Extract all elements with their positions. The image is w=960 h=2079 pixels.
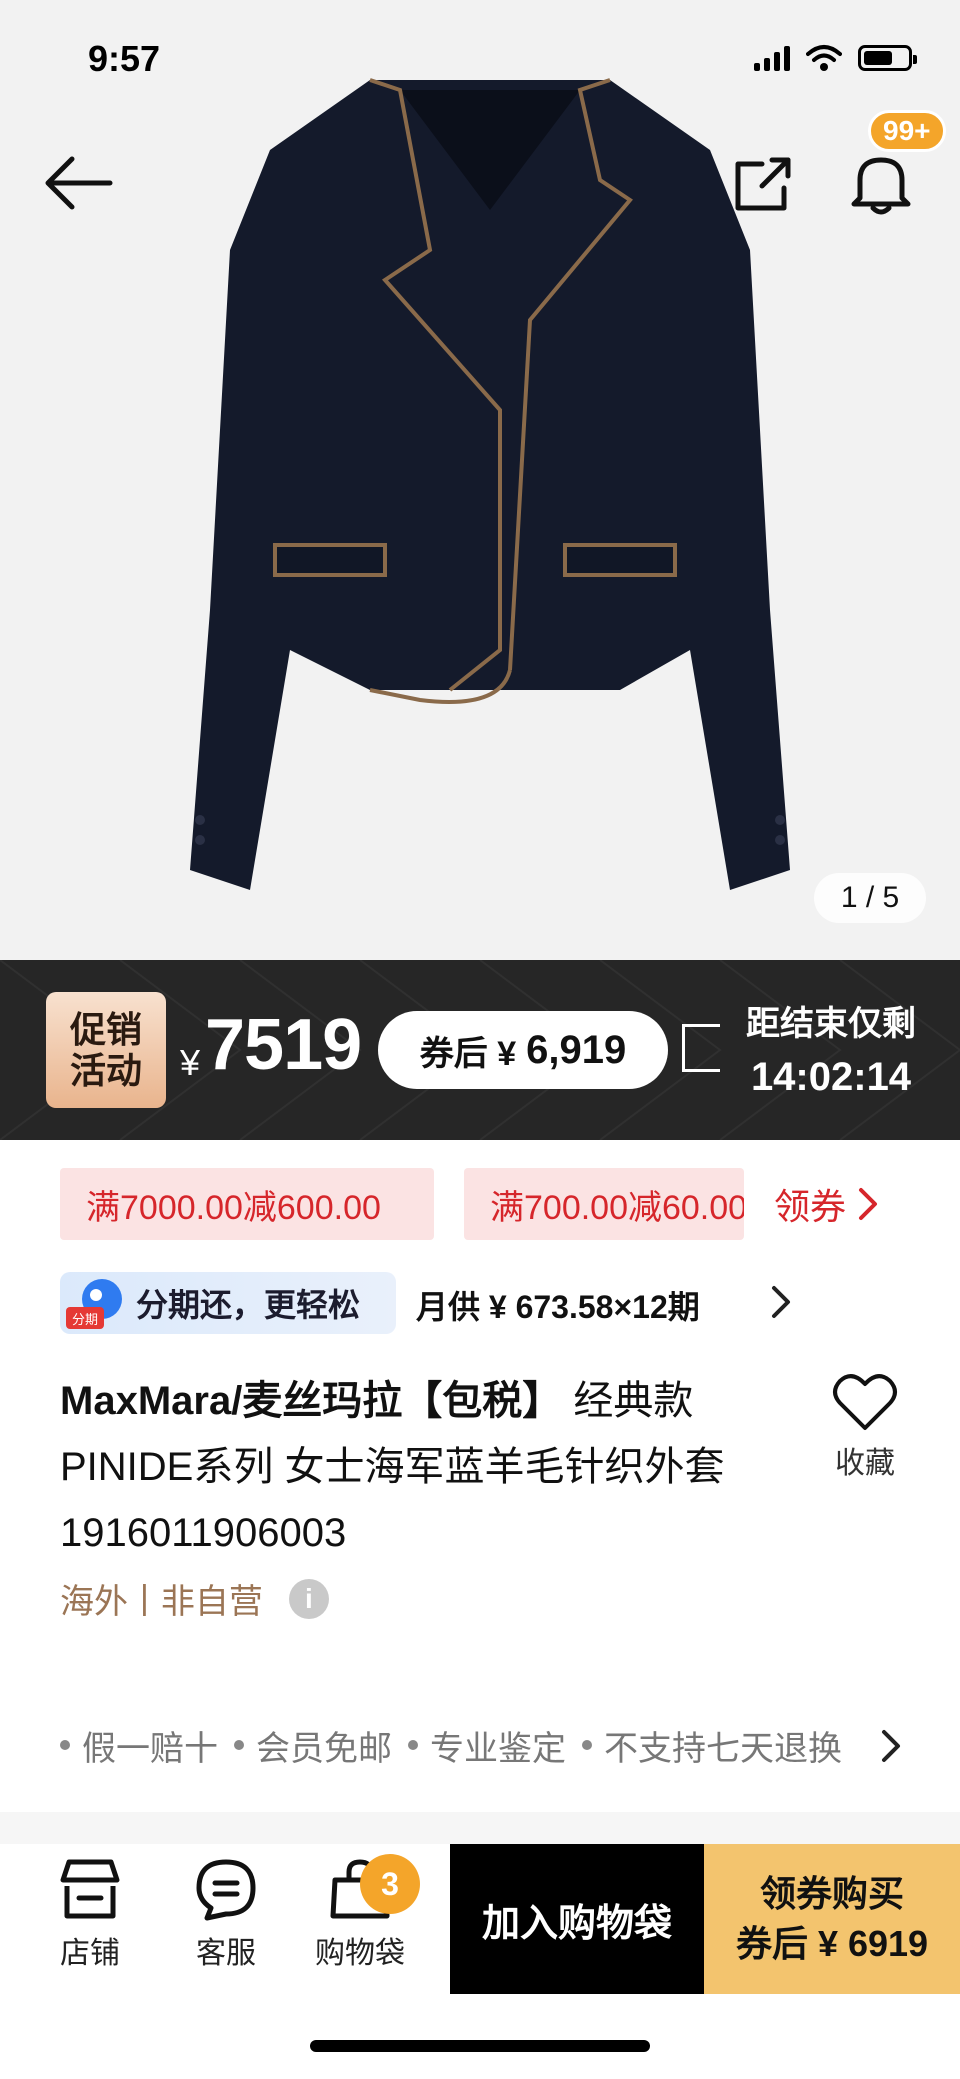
buy-line2: 券后 ¥ 6919 (735, 1923, 929, 1964)
installment-badge: 分期 分期还，更轻松 (60, 1272, 396, 1334)
battery-icon (858, 45, 917, 71)
status-bar: 9:57 (0, 0, 960, 120)
favorite-label: 收藏 (835, 1447, 895, 1480)
get-coupon-button[interactable]: 领券 (774, 1168, 878, 1240)
coupon-row: 满7000.00减600.00 满700.00减60.00 领券 (0, 1168, 960, 1240)
chevron-right-icon (772, 1286, 790, 1318)
price-currency: ¥ (180, 1042, 201, 1083)
installment-monthly: 月供 ¥ 673.58×12期 (416, 1289, 700, 1325)
bullet-dot-icon (408, 1740, 418, 1750)
price-value: 7519 (205, 1005, 362, 1085)
guarantee-item: 不支持七天退换 (582, 1721, 842, 1770)
add-to-cart-button[interactable]: 加入购物袋 (450, 1844, 704, 1994)
customer-service-label: 客服 (196, 1937, 256, 1970)
tag-separator: | (140, 1579, 149, 1617)
product-brand: MaxMara/麦丝玛拉【包税】 (60, 1379, 563, 1423)
countdown-label: 距结束仅剩 (746, 1005, 916, 1043)
coupon-chip[interactable]: 满700.00减60.00 (464, 1168, 744, 1240)
guarantee-item: 会员免邮 (234, 1721, 392, 1770)
store-label: 店铺 (60, 1937, 120, 1970)
guarantee-text: 假一赔十 (82, 1729, 218, 1768)
installment-logo-text: 分期 (72, 1313, 98, 1328)
bullet-dot-icon (582, 1740, 592, 1750)
heart-icon (833, 1374, 897, 1430)
cellular-signal-icon (754, 45, 790, 71)
customer-service-tab[interactable]: 客服 (166, 1856, 286, 1972)
guarantee-text: 不支持七天退换 (604, 1729, 842, 1768)
installment-row[interactable]: 分期 分期还，更轻松 月供 ¥ 673.58×12期 (60, 1272, 940, 1336)
promo-banner: 促销 活动 ¥ 7519 券后 ¥ 6,919 距结束仅剩 14:02:14 (0, 960, 960, 1140)
product-title: MaxMara/麦丝玛拉【包税】 经典款 PINIDE系列 女士海军蓝羊毛针织外… (60, 1368, 760, 1566)
product-tags: 海外 | 非自营 i (60, 1574, 329, 1623)
chevron-right-icon[interactable] (876, 1724, 906, 1768)
installment-logo-icon: 分期 (66, 1277, 126, 1329)
notification-bell-icon[interactable] (846, 148, 916, 218)
bottom-action-bar: 店铺 客服 购物袋 3 加入购物袋 领券购买 券后 ¥ 6919 (0, 1844, 960, 1994)
coupon-buy-button[interactable]: 领券购买 券后 ¥ 6919 (704, 1844, 960, 1994)
wifi-icon (806, 45, 842, 71)
chat-bubble-icon (196, 1859, 256, 1921)
store-icon (60, 1859, 120, 1919)
bag-count-badge: 3 (360, 1854, 420, 1914)
promo-activity-badge: 促销 活动 (46, 992, 166, 1108)
after-coupon-price: 6,919 (526, 1027, 627, 1072)
section-divider (0, 1812, 960, 1844)
bullet-dot-icon (60, 1740, 70, 1750)
installment-badge-text: 分期还，更轻松 (136, 1287, 361, 1323)
tag-origin: 海外 (60, 1583, 128, 1621)
tag-seller: 非自营 (160, 1583, 263, 1621)
countdown: 距结束仅剩 14:02:14 (746, 996, 916, 1100)
gallery-pager: 1 / 5 (814, 873, 926, 923)
bullet-dot-icon (234, 1740, 244, 1750)
back-arrow-icon[interactable] (40, 148, 120, 218)
promo-badge-line1: 促销 (69, 1008, 142, 1050)
buy-line1: 领券购买 (759, 1872, 904, 1914)
countdown-timer: 14:02:14 (750, 1055, 912, 1099)
chevron-right-icon (859, 1188, 878, 1220)
info-icon[interactable]: i (288, 1578, 329, 1619)
product-image-jacket[interactable] (170, 50, 810, 910)
home-indicator[interactable] (310, 2040, 650, 2052)
share-icon[interactable] (728, 148, 798, 218)
coupon-chip[interactable]: 满7000.00减600.00 (60, 1168, 434, 1240)
notification-badge: 99+ (868, 110, 946, 152)
promo-badge-line2: 活动 (69, 1050, 142, 1091)
guarantee-text: 会员免邮 (256, 1729, 392, 1768)
after-coupon-label: 券后 ¥ (419, 1034, 517, 1073)
guarantee-item: 假一赔十 (60, 1721, 218, 1770)
guarantee-item: 专业鉴定 (408, 1721, 566, 1770)
status-icons (754, 44, 917, 72)
promo-stub-icon (682, 1024, 720, 1072)
store-tab[interactable]: 店铺 (30, 1856, 150, 1972)
product-gallery[interactable]: 9:57 99+ 1 / 5 (0, 0, 960, 960)
get-coupon-label: 领券 (774, 1186, 847, 1227)
guarantee-row[interactable]: 假一赔十 会员免邮 专业鉴定 不支持七天退换 (60, 1720, 860, 1770)
status-time: 9:57 (88, 38, 161, 79)
shopping-bag-label: 购物袋 (315, 1937, 405, 1970)
favorite-button[interactable]: 收藏 (820, 1372, 910, 1482)
guarantee-text: 专业鉴定 (430, 1729, 566, 1768)
after-coupon-price-pill: 券后 ¥ 6,919 (378, 1011, 668, 1089)
